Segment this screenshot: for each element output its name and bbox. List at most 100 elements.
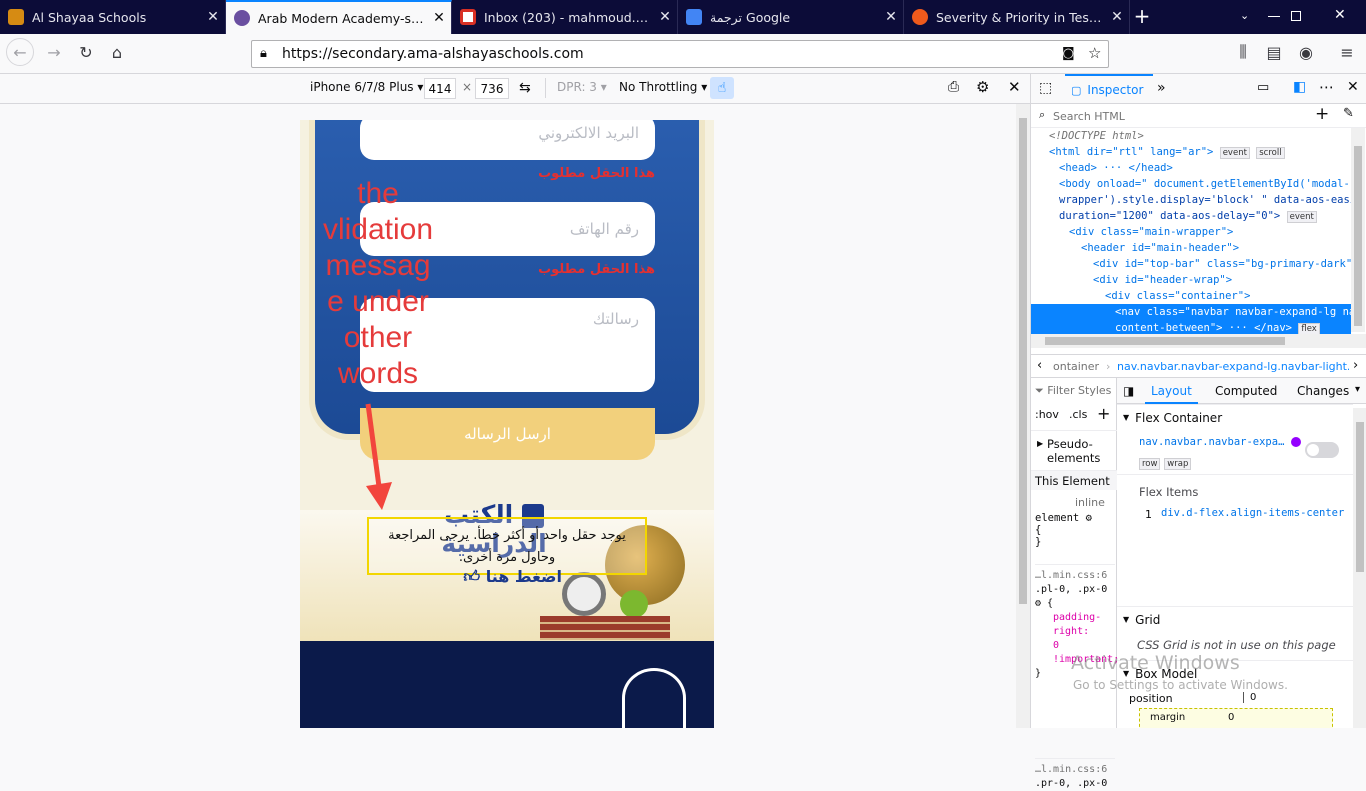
close-devtools-icon[interactable]: ✕ (1347, 79, 1359, 95)
flex-highlight-color-icon[interactable] (1290, 437, 1301, 447)
screenshot-icon[interactable]: ⎙ (948, 79, 959, 95)
filter-styles-input[interactable]: ⏷ Filter Styles (1035, 384, 1115, 398)
forward-icon[interactable]: → (40, 38, 68, 66)
markup-hscrollbar[interactable] (1031, 334, 1366, 348)
flexbox-highlighter-toggle[interactable] (1305, 442, 1339, 458)
hover-toggle[interactable]: :hov (1035, 408, 1059, 421)
back-icon[interactable]: ← (6, 38, 34, 66)
library-icon[interactable]: ⫼ (1229, 38, 1257, 66)
flex-item-link[interactable]: div.d-flex.align-items-center (1161, 507, 1344, 519)
event-badge[interactable]: event (1286, 211, 1317, 223)
tab-changes[interactable]: Changes (1293, 378, 1353, 404)
new-tab-button[interactable]: + (1130, 4, 1154, 28)
page-scrollbar-thumb[interactable] (1019, 118, 1027, 604)
settings-gear-icon[interactable]: ⚙ (976, 78, 989, 96)
markup-scrollbar[interactable] (1351, 128, 1365, 332)
element-picker-icon[interactable]: ⬚ (1039, 80, 1052, 96)
markup-line[interactable]: <body onload=" document.getElementById('… (1031, 176, 1351, 192)
close-window-icon[interactable]: ✕ (1334, 7, 1346, 23)
tab-layout[interactable]: Layout (1145, 378, 1198, 404)
markup-scrollbar-thumb[interactable] (1354, 146, 1362, 326)
reload-icon[interactable]: ↻ (72, 38, 100, 66)
sidebar-icon[interactable]: ▤ (1260, 38, 1288, 66)
send-message-button[interactable]: ارسل الرساله (360, 408, 655, 460)
markup-line[interactable]: wrapper').style.display='block' " data-a… (1031, 192, 1351, 208)
close-tab-icon[interactable]: ✕ (879, 9, 903, 25)
markup-line-selected[interactable]: <nav class="navbar navbar-expand-lg navb… (1031, 304, 1351, 320)
click-here-link[interactable]: اضغط هنا 👍︎ (442, 567, 562, 587)
markup-hscrollbar-thumb[interactable] (1045, 337, 1285, 345)
rule-source-link[interactable]: …l.min.css:6 (1035, 763, 1115, 777)
markup-line[interactable]: duration="1200" data-aos-delay="0"> even… (1031, 208, 1351, 224)
minimize-window-icon[interactable] (1268, 16, 1280, 17)
email-field[interactable]: البريد الالكتروني (360, 120, 655, 160)
eyedropper-icon[interactable]: ✎ (1343, 106, 1354, 121)
scroll-badge[interactable]: scroll (1256, 147, 1285, 159)
split-console-icon[interactable]: ▭ (1257, 80, 1269, 95)
layout-scrollbar-thumb[interactable] (1356, 422, 1364, 572)
devtools-menu-icon[interactable]: ⋯ (1319, 78, 1334, 96)
tab-severity-priority[interactable]: Severity & Priority in Testing: D ✕ (904, 0, 1130, 34)
tab-google-translate[interactable]: ترجمة Google ✕ (678, 0, 904, 34)
close-tab-icon[interactable]: ✕ (427, 10, 451, 26)
breadcrumb-prev-icon[interactable]: ‹ (1037, 358, 1042, 373)
css-rule-2[interactable]: …l.min.css:6 .pr-0, .px-0 (1035, 758, 1115, 791)
pocket-icon[interactable]: ◙ (1062, 46, 1075, 61)
search-html-input[interactable] (1053, 107, 1313, 125)
throttling-selector[interactable]: No Throttling ▾ (619, 80, 707, 94)
tab-inspector[interactable]: ▢ Inspector (1065, 74, 1153, 104)
margin-box[interactable]: margin 0 (1139, 708, 1333, 728)
close-rdm-icon[interactable]: ✕ (1008, 78, 1021, 96)
markup-line[interactable]: <head> ··· </head> (1031, 160, 1351, 176)
tab-gmail-inbox[interactable]: Inbox (203) - mahmoud.hasson ✕ (452, 0, 678, 34)
tabs-overflow-icon[interactable]: ▾ (1355, 384, 1360, 395)
tab-al-shayaa[interactable]: Al Shayaa Schools ✕ (0, 0, 226, 34)
account-icon[interactable]: ◉ (1292, 38, 1320, 66)
expand-triangle-icon[interactable]: ▶ (1037, 439, 1043, 448)
restore-window-icon[interactable] (1291, 11, 1301, 21)
rotate-viewport-icon[interactable]: ⇆ (519, 80, 531, 96)
rule-source-link[interactable]: …l.min.css:6 (1035, 569, 1115, 583)
touch-simulation-icon[interactable]: ☝ (710, 77, 734, 99)
flex-badge[interactable]: flex (1298, 323, 1320, 334)
markup-line[interactable]: <div id="top-bar" class="bg-primary-dark… (1031, 256, 1351, 272)
add-node-icon[interactable]: + (1315, 104, 1329, 124)
markup-line-selected[interactable]: content-between"> ··· </nav> flex (1031, 320, 1351, 334)
element-rule[interactable]: element ⚙{} (1035, 512, 1092, 548)
home-icon[interactable]: ⌂ (103, 38, 131, 66)
layout-scrollbar[interactable] (1353, 408, 1366, 728)
breadcrumb-item[interactable]: ontainer (1053, 360, 1099, 373)
markup-line[interactable]: <header id="main-header"> (1031, 240, 1351, 256)
flex-selector[interactable]: nav.navbar.navbar-expa… (1139, 436, 1301, 448)
markup-line[interactable]: <div class="main-wrapper"> (1031, 224, 1351, 240)
device-selector[interactable]: iPhone 6/7/8 Plus ▾ (310, 80, 423, 94)
close-tab-icon[interactable]: ✕ (201, 9, 225, 25)
url-bar[interactable]: 🔒︎ https://secondary.ama-alshayaschools.… (251, 40, 1109, 68)
flex-container-header[interactable]: ▼ Flex Container (1117, 404, 1353, 430)
bookmark-star-icon[interactable]: ☆ (1088, 44, 1101, 62)
pseudo-elements-toggle[interactable]: Pseudo-elements (1031, 430, 1117, 465)
sidebar-toggle-icon[interactable]: ◨ (1123, 384, 1134, 398)
more-tabs-chevron-icon[interactable]: » (1157, 80, 1166, 96)
close-tab-icon[interactable]: ✕ (1105, 9, 1129, 25)
event-badge[interactable]: event (1219, 147, 1250, 159)
viewport-width-input[interactable]: 414 (424, 78, 456, 99)
tab-computed[interactable]: Computed (1211, 378, 1281, 404)
breadcrumb-next-icon[interactable]: › (1353, 358, 1358, 373)
markup-line[interactable]: <div class="container"> (1031, 288, 1351, 304)
breadcrumb-item-current[interactable]: nav.navbar.navbar-expand-lg.navbar-light… (1117, 360, 1349, 373)
page-scrollbar[interactable] (1016, 104, 1030, 728)
add-rule-icon[interactable]: + (1097, 404, 1110, 423)
margin-top-value[interactable]: 0 (1228, 712, 1234, 723)
rule-property[interactable]: padding-right: (1035, 611, 1115, 639)
markup-line[interactable]: <div id="header-wrap"> (1031, 272, 1351, 288)
viewport-height-input[interactable]: 736 (475, 78, 509, 99)
close-tab-icon[interactable]: ✕ (653, 9, 677, 25)
dock-side-icon[interactable]: ◧ (1293, 79, 1306, 95)
tab-arab-modern-academy[interactable]: Arab Modern Academy-seconda ✕ (226, 0, 452, 34)
class-toggle[interactable]: .cls (1069, 408, 1087, 421)
list-all-tabs-icon[interactable]: ⌄ (1240, 9, 1256, 25)
dpr-selector[interactable]: DPR: 3 ▾ (557, 80, 607, 94)
markup-line[interactable]: <!DOCTYPE html> (1031, 128, 1351, 144)
menu-icon[interactable]: ≡ (1333, 38, 1361, 66)
